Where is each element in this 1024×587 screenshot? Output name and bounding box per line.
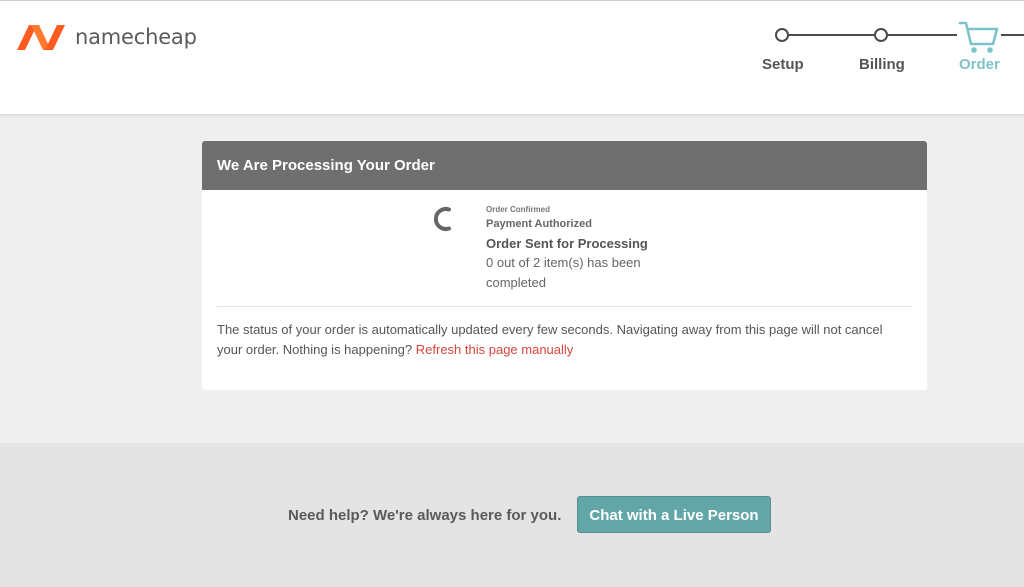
help-text: Need help? We're always here for you. [288, 507, 562, 524]
checkout-steps: Setup Billing Order [760, 20, 1024, 80]
chat-live-person-button[interactable]: Chat with a Live Person [577, 496, 771, 533]
status-order-sent: Order Sent for Processing [486, 236, 648, 251]
brand-logo[interactable]: namecheap [14, 22, 197, 52]
step-billing-dot [874, 28, 888, 42]
step-setup: Setup [762, 56, 804, 73]
step-order: Order [959, 56, 1000, 73]
step-billing: Billing [859, 56, 905, 73]
status-note: The status of your order is automaticall… [217, 320, 907, 360]
loading-spinner-icon [432, 206, 454, 237]
order-status: Order Confirmed Payment Authorized Order… [486, 205, 656, 293]
help-footer: Need help? We're always here for you. Ch… [0, 443, 1024, 587]
processing-card: We Are Processing Your Order Order Confi… [202, 141, 927, 390]
namecheap-logo-icon [14, 22, 68, 52]
cart-icon [957, 20, 1001, 61]
refresh-page-link[interactable]: Refresh this page manually [416, 342, 574, 357]
step-setup-dot [775, 28, 789, 42]
brand-name: namecheap [75, 25, 197, 49]
divider [217, 306, 912, 307]
status-order-confirmed: Order Confirmed [486, 205, 551, 214]
card-title: We Are Processing Your Order [202, 141, 927, 190]
status-payment-authorized: Payment Authorized [486, 218, 592, 230]
page-header: namecheap Setup Billing Order [0, 1, 1024, 114]
status-item-count: 0 out of 2 item(s) has been completed [486, 255, 641, 290]
